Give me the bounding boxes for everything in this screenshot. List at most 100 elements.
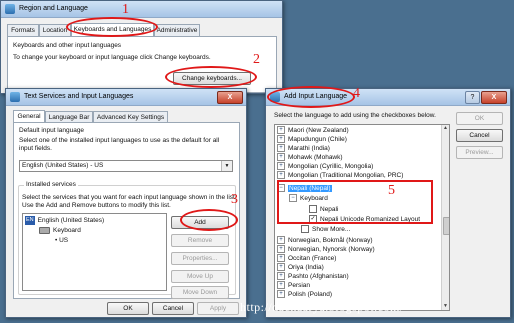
text-services-titlebar[interactable]: Text Services and Input Languages X (6, 89, 246, 106)
tree-keyboard-label: Keyboard (53, 227, 81, 234)
default-lang-label: Default input language (19, 127, 85, 134)
expand-icon[interactable]: + (277, 171, 285, 180)
language-label: Mapudungun (Chile) (288, 136, 347, 143)
language-label: Persian (288, 282, 311, 289)
language-label: Norwegian, Nynorsk (Norway) (288, 246, 375, 253)
annotation-ellipse-title (267, 86, 355, 108)
tab-formats[interactable]: Formats (7, 24, 39, 36)
language-row[interactable]: + Mongolian (Cyrillic, Mongolia) (277, 162, 403, 171)
cancel-button[interactable]: Cancel (152, 302, 194, 315)
language-row[interactable]: + Pashto (Afghanistan) (277, 272, 375, 281)
globe-icon (5, 4, 15, 14)
tree-language-row[interactable]: EN English (United States) (25, 216, 104, 225)
tab-administrative[interactable]: Administrative (154, 24, 200, 36)
language-row[interactable]: + Occitan (France) (277, 254, 375, 263)
show-more-icon (301, 225, 309, 234)
installed-services-label: Installed services (24, 181, 78, 188)
annotation-number-3: 3 (231, 192, 238, 207)
language-label: Mongolian (Cyrillic, Mongolia) (288, 163, 374, 170)
help-icon[interactable]: ? (465, 91, 480, 104)
expand-icon[interactable]: + (277, 126, 285, 135)
region-window-title: Region and Language (19, 5, 88, 12)
en-badge: EN (25, 216, 35, 225)
scroll-thumb[interactable] (443, 217, 449, 235)
language-row[interactable]: + Norwegian, Bokmål (Norway) (277, 236, 375, 245)
language-row[interactable]: + Maori (New Zealand) (277, 126, 403, 135)
add-input-instruction: Select the language to add using the che… (274, 112, 436, 119)
language-row[interactable]: + Mongolian (Traditional Mongolian, PRC) (277, 171, 403, 180)
properties-button[interactable]: Properties... (171, 252, 229, 265)
installed-services-tree[interactable]: EN English (United States) Keyboard • US (22, 213, 167, 291)
default-lang-value: English (United States) - US (22, 162, 104, 169)
apply-button[interactable]: Apply (197, 302, 239, 315)
default-lang-text: Select one of the installed input langua… (19, 137, 220, 152)
region-titlebar[interactable]: Region and Language (1, 1, 282, 18)
annotation-number-2: 2 (253, 52, 260, 67)
language-label: Polish (Poland) (288, 291, 333, 298)
language-row[interactable]: + Oriya (India) (277, 263, 375, 272)
preview-button[interactable]: Preview... (456, 146, 503, 159)
expand-icon[interactable]: + (277, 153, 285, 162)
annotation-number-4: 4 (353, 86, 360, 101)
annotation-ellipse-change-keyboards (165, 66, 257, 88)
text-services-title: Text Services and Input Languages (24, 93, 134, 100)
expand-icon[interactable]: + (277, 162, 285, 171)
keyboard-app-icon (10, 92, 20, 102)
language-label: Mohawk (Mohawk) (288, 154, 343, 161)
languages-after-list: + Norwegian, Bokmål (Norway) + Norwegian, N… (277, 236, 375, 299)
ok-button[interactable]: OK (456, 112, 503, 125)
close-icon[interactable]: X (481, 91, 507, 104)
language-row[interactable]: + Polish (Poland) (277, 290, 375, 299)
languages-before-list: + Maori (New Zealand) + Mapudungun (Chile) +… (277, 126, 403, 180)
installed-services-group: Installed services Select the services t… (18, 181, 237, 299)
annotation-box-nepali (277, 180, 433, 224)
expand-icon[interactable]: + (277, 236, 285, 245)
scroll-up-icon[interactable]: ▲ (442, 125, 449, 132)
cancel-button[interactable]: Cancel (456, 129, 503, 142)
close-icon[interactable]: X (217, 91, 243, 104)
language-row[interactable]: + Norwegian, Nynorsk (Norway) (277, 245, 375, 254)
annotation-ellipse-tab (66, 17, 158, 37)
annotation-ellipse-add (180, 209, 238, 231)
expand-icon[interactable]: + (277, 290, 285, 299)
remove-button[interactable]: Remove (171, 234, 229, 247)
ok-button[interactable]: OK (107, 302, 149, 315)
installed-text-2: Use the Add and Remove buttons to modify… (22, 202, 171, 209)
expand-icon[interactable]: + (277, 254, 285, 263)
expand-icon[interactable]: + (277, 272, 285, 281)
expand-icon[interactable]: + (277, 245, 285, 254)
language-label: Norwegian, Bokmål (Norway) (288, 237, 373, 244)
language-row[interactable]: + Mapudungun (Chile) (277, 135, 403, 144)
expand-icon[interactable]: + (277, 144, 285, 153)
language-label: Oriya (India) (288, 264, 324, 271)
installed-text-1: Select the services that you want for ea… (22, 194, 237, 201)
language-label: Marathi (India) (288, 145, 330, 152)
keyboards-section-label: Keyboards and other input languages (13, 42, 122, 49)
language-label: Occitan (France) (288, 255, 337, 262)
language-row[interactable]: + Mohawk (Mohawk) (277, 153, 403, 162)
text-services-window: Text Services and Input Languages X Gene… (5, 88, 247, 318)
expand-icon[interactable]: + (277, 135, 285, 144)
move-down-button[interactable]: Move Down (171, 286, 229, 299)
keyboards-section-text: To change your keyboard or input languag… (13, 54, 211, 61)
tree-keyboard-row[interactable]: Keyboard (39, 226, 81, 235)
expand-icon[interactable]: + (277, 263, 285, 272)
language-tree-scrollbar[interactable]: ▲ ▼ (441, 125, 449, 310)
expand-icon[interactable]: + (277, 281, 285, 290)
keyboard-icon (39, 226, 50, 234)
language-row[interactable]: + Marathi (India) (277, 144, 403, 153)
language-label: Mongolian (Traditional Mongolian, PRC) (288, 172, 404, 179)
scroll-down-icon[interactable]: ▼ (442, 303, 449, 310)
annotation-number-5: 5 (388, 183, 395, 198)
show-more-row[interactable]: Show More... (301, 225, 350, 234)
annotation-number-1: 1 (122, 2, 129, 17)
watermark: http://dachaarya.blogspot.com/ (240, 300, 404, 314)
show-more-label: Show More... (312, 226, 351, 233)
language-label: Maori (New Zealand) (288, 127, 349, 134)
language-row[interactable]: + Persian (277, 281, 375, 290)
move-up-button[interactable]: Move Up (171, 270, 229, 283)
language-label: Pashto (Afghanistan) (288, 273, 349, 280)
tree-layout-label: US (59, 237, 69, 244)
tree-layout-row[interactable]: • US (55, 236, 68, 245)
default-lang-select[interactable]: English (United States) - US ▼ (19, 160, 233, 172)
